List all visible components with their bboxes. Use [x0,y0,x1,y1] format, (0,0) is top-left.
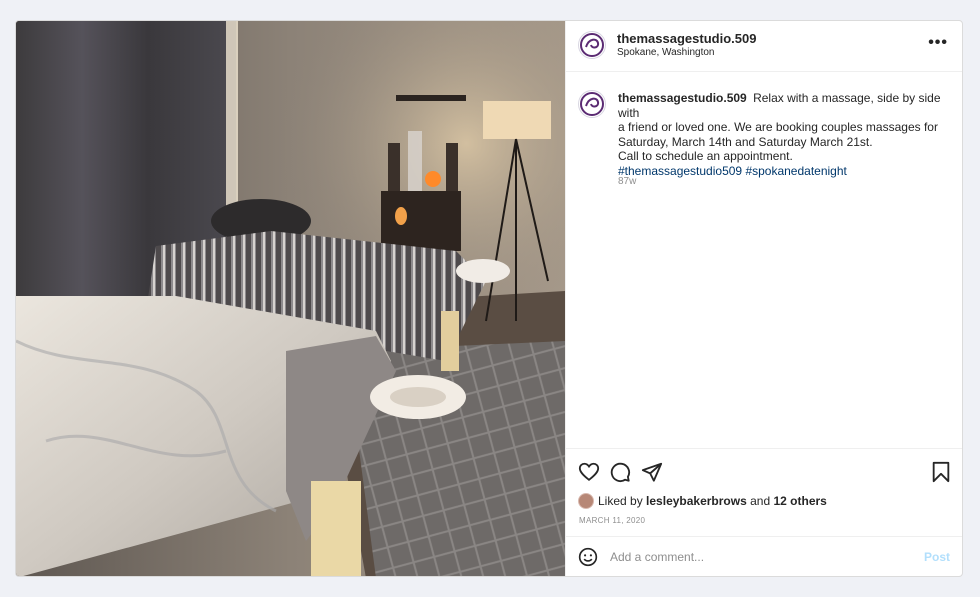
share-icon[interactable] [641,461,663,483]
caption-avatar[interactable] [578,90,606,118]
comment-icon[interactable] [609,461,631,483]
post-caption: themassagestudio.509 Relax with a massag… [618,91,958,178]
liker-avatar[interactable] [578,493,594,509]
header-username[interactable]: themassagestudio.509 [617,31,756,46]
hashtag-link[interactable]: #themassagestudio509 [618,164,742,178]
likes-joiner: and [750,494,771,508]
comment-input[interactable] [610,547,910,567]
post-comment-button[interactable]: Post [924,550,950,564]
caption-hashtags: #themassagestudio509 #spokanedatenight [618,164,958,179]
more-horizontal-icon[interactable]: ••• [928,35,948,51]
bookmark-icon[interactable] [930,461,952,483]
studio-logo-icon [580,92,604,116]
time-ago[interactable]: 87w [618,176,636,187]
likes-summary: Liked by lesleybakerbrows and 12 others [578,493,827,509]
hashtag-link[interactable]: #spokanedatenight [745,164,846,178]
post-date[interactable]: March 11, 2020 [579,516,645,525]
caption-line: Call to schedule an appointment. [618,149,793,163]
emoji-icon[interactable] [578,547,598,567]
post-details-panel: themassagestudio.509 Spokane, Washington… [565,21,962,576]
comment-bar: Post [566,536,962,576]
likes-others[interactable]: 12 others [774,494,827,508]
heart-icon[interactable] [578,461,600,483]
caption-line: Saturday, March 14th and Saturday March … [618,134,873,149]
studio-logo-icon [580,33,604,57]
caption-username[interactable]: themassagestudio.509 [618,91,747,105]
liker-username[interactable]: lesleybakerbrows [646,494,747,508]
likes-prefix: Liked by [598,494,643,508]
header-location[interactable]: Spokane, Washington [617,47,714,58]
massage-room-image [16,21,565,576]
post-actions: Liked by lesleybakerbrows and 12 others [566,448,962,509]
post-card: themassagestudio.509 Spokane, Washington… [15,20,963,577]
post-header: themassagestudio.509 Spokane, Washington… [566,21,962,72]
caption-line: a friend or loved one. We are booking co… [618,120,938,134]
profile-avatar[interactable] [578,31,606,59]
post-photo[interactable] [16,21,565,576]
